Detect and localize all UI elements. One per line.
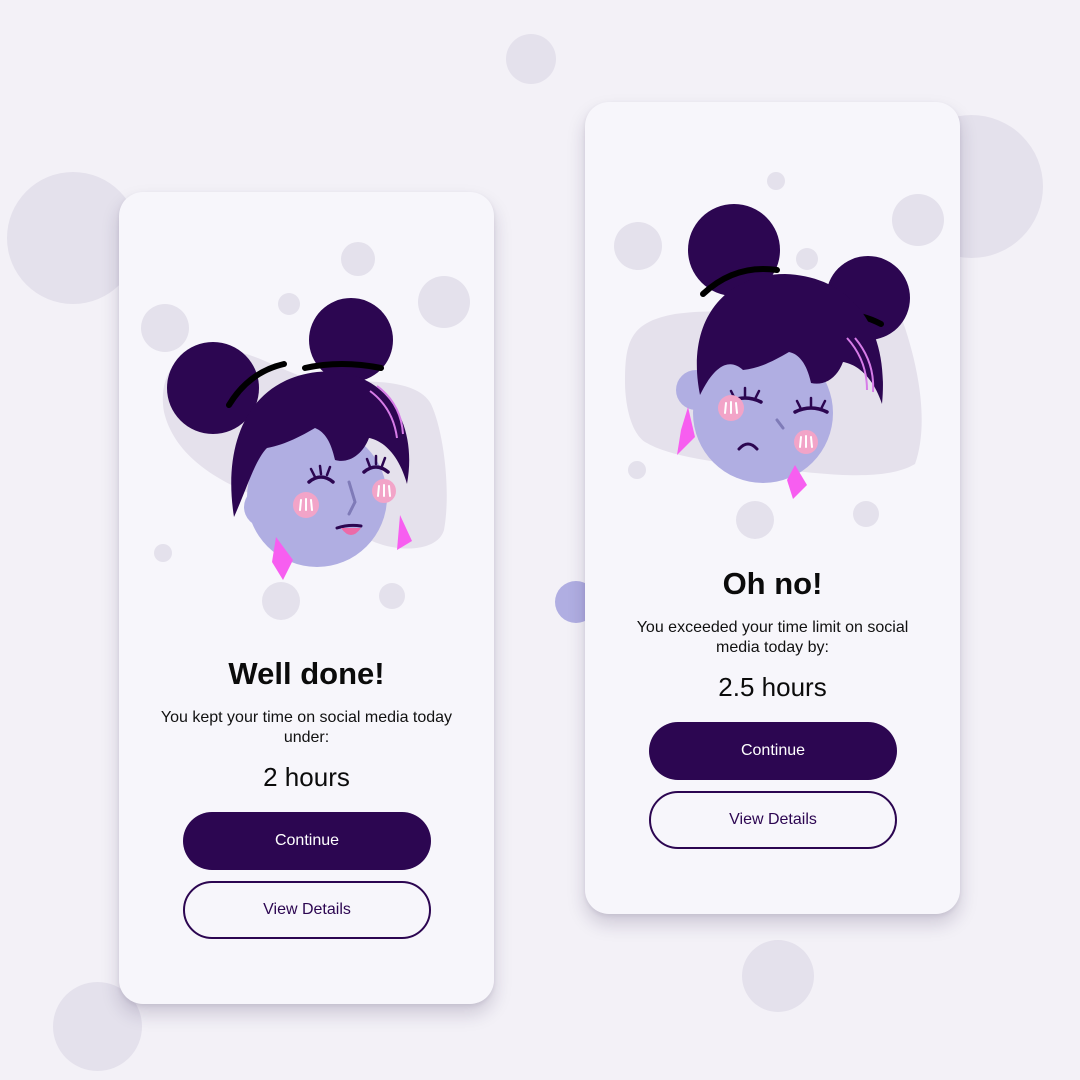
- success-card: Well done! You kept your time on social …: [119, 192, 494, 1004]
- view-details-button[interactable]: View Details: [649, 791, 897, 849]
- result-title: Well done!: [228, 656, 385, 691]
- result-title: Oh no!: [722, 566, 823, 601]
- continue-button[interactable]: Continue: [183, 812, 431, 870]
- result-message: You exceeded your time limit on social m…: [636, 619, 909, 656]
- exceeded-card: Oh no! You exceeded your time limit on s…: [585, 102, 960, 914]
- time-amount: 2.5 hours: [718, 672, 827, 702]
- sad-girl-illustration: [614, 172, 944, 539]
- continue-button[interactable]: Continue: [649, 722, 897, 780]
- view-details-button[interactable]: View Details: [183, 881, 431, 939]
- result-message: You kept your time on social media today…: [160, 709, 453, 746]
- background-circle: [506, 34, 556, 84]
- time-amount: 2 hours: [263, 762, 350, 792]
- happy-girl-illustration: [141, 242, 470, 620]
- background-circle: [742, 940, 814, 1012]
